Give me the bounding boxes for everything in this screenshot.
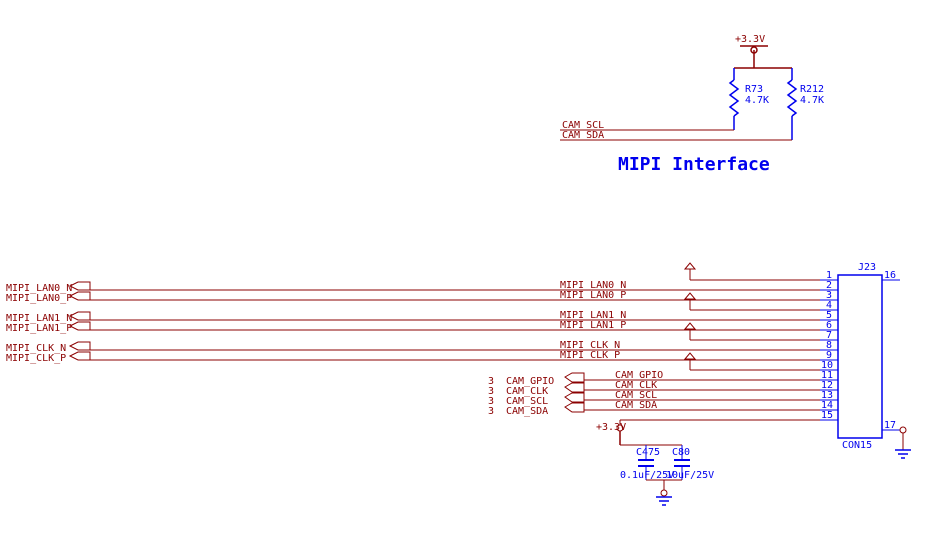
port-clkp: MIPI_CLK_P bbox=[6, 353, 66, 364]
svg-text:15: 15 bbox=[821, 410, 833, 421]
svg-text:MIPI_LAN0_P: MIPI_LAN0_P bbox=[560, 290, 626, 301]
port-lan0p: MIPI_LAN0_P bbox=[6, 293, 72, 304]
svg-text:16: 16 bbox=[884, 270, 896, 281]
far-left-ports: MIPI_LAN0_N MIPI_LAN0_P MIPI_LAN1_N MIPI… bbox=[6, 282, 820, 364]
svg-text:17: 17 bbox=[884, 420, 896, 431]
power-rail-top: +3.3V bbox=[734, 34, 792, 68]
resistor-r212: R212 4.7K bbox=[788, 68, 824, 140]
resistor-r73: R73 4.7K bbox=[730, 68, 769, 130]
j23-type: CON15 bbox=[842, 440, 872, 451]
r212-val: 4.7K bbox=[800, 95, 824, 106]
svg-text:C475: C475 bbox=[636, 447, 660, 458]
schematic-canvas: +3.3V R73 4.7K R212 4.7K CAM_SCL CAM_SDA… bbox=[0, 0, 934, 550]
connector-j23: J23 CON15 1 2 3 4 5 6 7 8 9 10 11 12 13 … bbox=[820, 262, 911, 458]
j23-left-pins: 1 2 3 4 5 6 7 8 9 10 11 12 13 14 15 bbox=[820, 270, 838, 421]
j23-ref: J23 bbox=[858, 262, 876, 273]
cam-offpage-ports: 3 CAM_GPIO CAM_GPIO 3 CAM_CLK CAM_CLK 3 … bbox=[488, 370, 820, 417]
r73-ref: R73 bbox=[745, 84, 763, 95]
r73-val: 4.7K bbox=[745, 95, 769, 106]
svg-text:+3.3V: +3.3V bbox=[596, 422, 626, 433]
svg-text:C80: C80 bbox=[672, 447, 690, 458]
gnd-stubs bbox=[685, 263, 820, 370]
svg-text:MIPI_LAN1_P: MIPI_LAN1_P bbox=[560, 320, 626, 331]
port-lan1p: MIPI_LAN1_P bbox=[6, 323, 72, 334]
decoupling-network: +3.3V C475 0.1uF/25V C80 10uF/25V bbox=[596, 420, 820, 505]
svg-text:CAM_SDA: CAM_SDA bbox=[506, 406, 548, 417]
power-label-top: +3.3V bbox=[735, 34, 765, 45]
section-title: MIPI Interface bbox=[618, 154, 770, 175]
r212-ref: R212 bbox=[800, 84, 824, 95]
svg-text:10uF/25V: 10uF/25V bbox=[666, 470, 714, 481]
net-cam-sda-top: CAM_SDA bbox=[562, 130, 604, 141]
svg-text:3: 3 bbox=[488, 406, 494, 417]
svg-text:MIPI_CLK_P: MIPI_CLK_P bbox=[560, 350, 620, 361]
svg-text:CAM_SDA: CAM_SDA bbox=[615, 400, 657, 411]
